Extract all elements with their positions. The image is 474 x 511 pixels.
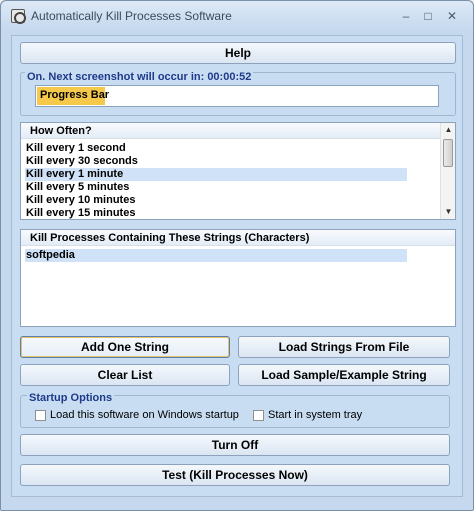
list-item[interactable]: Kill every 1 second — [25, 142, 407, 155]
list-item[interactable]: softpedia — [25, 249, 407, 262]
how-often-header: How Often? — [21, 123, 441, 139]
list-item[interactable]: Kill every 30 seconds — [25, 155, 407, 168]
window-title: Automatically Kill Processes Software — [31, 9, 232, 23]
title-bar[interactable]: Automatically Kill Processes Software – … — [1, 1, 473, 31]
startup-options-group: Startup Options Load this software on Wi… — [20, 392, 450, 428]
how-often-list[interactable]: How Often? Kill every 1 second Kill every… — [20, 122, 456, 220]
scroll-up-icon[interactable]: ▲ — [441, 123, 456, 137]
start-in-tray-label: Start in system tray — [268, 409, 363, 421]
list-item[interactable]: Kill every 15 minutes — [25, 207, 407, 220]
progress-bar: Progress Bar — [35, 85, 439, 107]
app-window: Automatically Kill Processes Software – … — [0, 0, 474, 511]
close-icon[interactable]: ✕ — [445, 10, 459, 22]
load-on-startup-checkbox[interactable] — [35, 410, 46, 421]
app-icon — [11, 9, 26, 24]
list-item[interactable]: Kill every 5 minutes — [25, 181, 407, 194]
load-strings-from-file-button[interactable]: Load Strings From File — [238, 336, 450, 358]
list-item[interactable]: Kill every 1 minute — [25, 168, 407, 181]
minimize-icon[interactable]: – — [399, 10, 413, 22]
list-item[interactable]: Kill every 10 minutes — [25, 194, 407, 207]
maximize-icon[interactable]: □ — [421, 10, 435, 22]
turn-off-button[interactable]: Turn Off — [20, 434, 450, 456]
test-kill-processes-button[interactable]: Test (Kill Processes Now) — [20, 464, 450, 486]
load-on-startup-label: Load this software on Windows startup — [50, 409, 239, 421]
scroll-down-icon[interactable]: ▼ — [441, 205, 456, 219]
help-button[interactable]: Help — [20, 42, 456, 64]
start-in-tray-checkbox[interactable] — [253, 410, 264, 421]
load-sample-string-button[interactable]: Load Sample/Example String — [238, 364, 450, 386]
startup-options-legend: Startup Options — [27, 392, 115, 404]
add-one-string-button[interactable]: Add One String — [20, 336, 230, 358]
clear-list-button[interactable]: Clear List — [20, 364, 230, 386]
strings-list-header: Kill Processes Containing These Strings … — [21, 230, 455, 246]
strings-list[interactable]: Kill Processes Containing These Strings … — [20, 229, 456, 327]
status-legend: On. Next screenshot will occur in: 00:00… — [25, 71, 254, 83]
scrollbar-thumb[interactable] — [443, 139, 453, 167]
status-group: On. Next screenshot will occur in: 00:00… — [20, 71, 456, 116]
client-area: Help On. Next screenshot will occur in: … — [11, 35, 463, 497]
how-often-scrollbar[interactable]: ▲ ▼ — [440, 123, 455, 219]
progress-label: Progress Bar — [40, 89, 110, 101]
